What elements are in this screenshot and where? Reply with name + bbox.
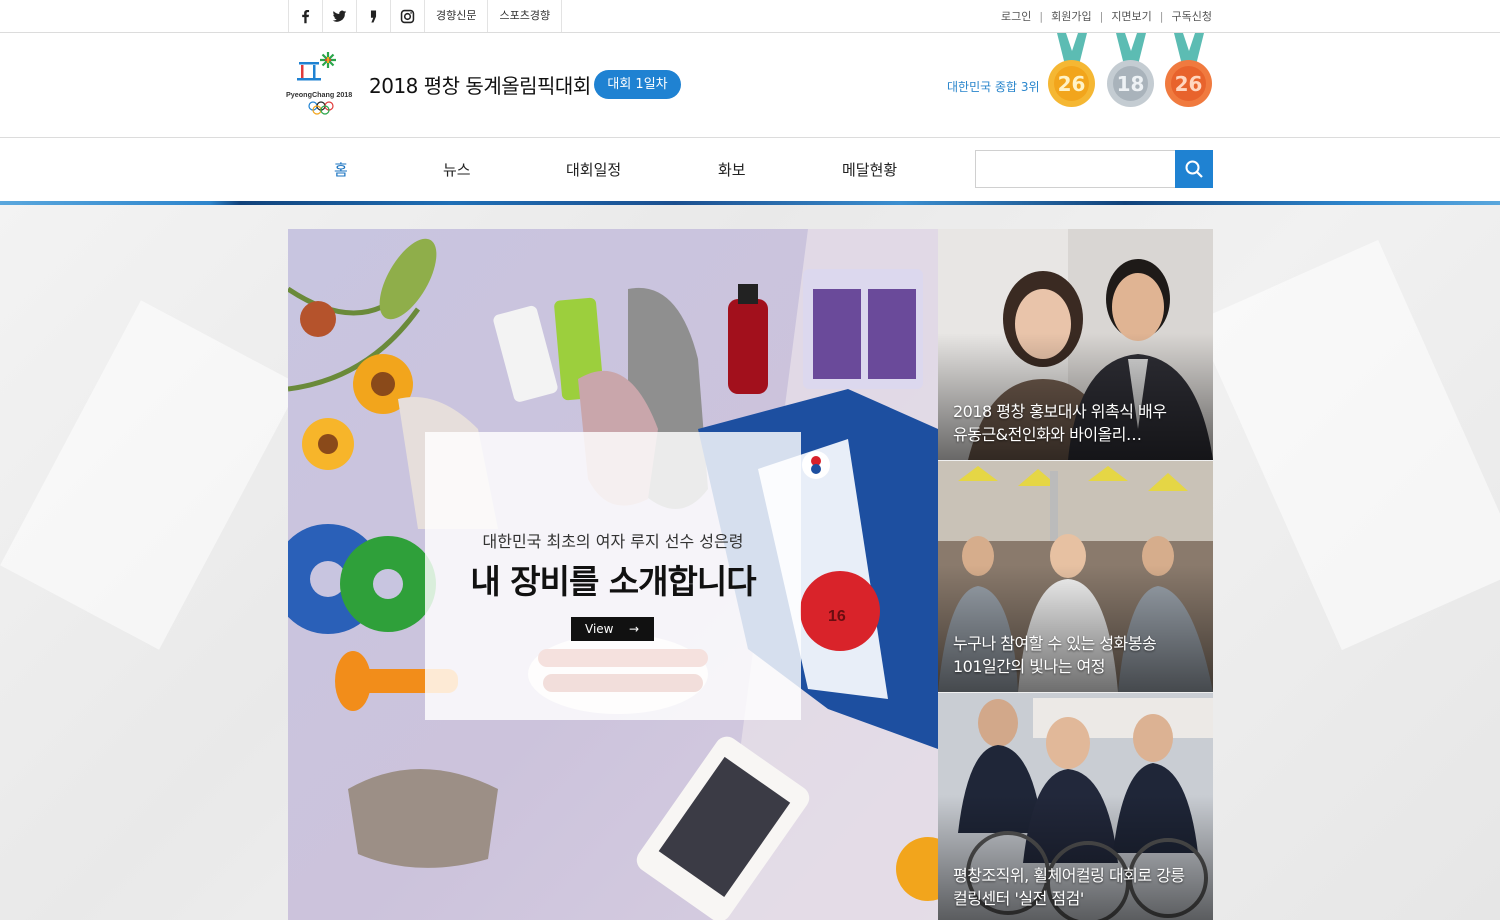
- nav-schedule[interactable]: 대회일정: [566, 159, 621, 180]
- divider: |: [1039, 9, 1044, 23]
- story-caption: 2018 평창 홍보대사 위촉식 배우 유동근&전인화와 바이올리…: [953, 400, 1203, 446]
- divider: |: [1159, 9, 1164, 23]
- logo-wordmark: PyeongChang 2018: [286, 90, 352, 99]
- caption-line: 컬링센터 '실전 점검': [953, 889, 1084, 908]
- caption-line: 101일간의 빛나는 여정: [953, 657, 1105, 676]
- day-badge: 대회 1일차: [594, 70, 681, 99]
- bronze-count: 26: [1171, 66, 1206, 101]
- medal-ribbon: [1057, 33, 1087, 63]
- arrow-right-icon: →: [628, 622, 639, 636]
- hero-feature[interactable]: 16 대한민국 최초의 여자 루지 선수 성은령 내 장비를 소개합니다 Vie…: [288, 229, 938, 920]
- divider: |: [1099, 9, 1104, 23]
- search-box: [975, 150, 1213, 188]
- account-links: 로그인 | 회원가입 | 지면보기 | 구독신청: [1001, 0, 1212, 32]
- search-input[interactable]: [976, 151, 1174, 187]
- story-caption: 누구나 참여할 수 있는 성화봉송 101일간의 빛나는 여정: [953, 632, 1203, 678]
- top-bar: 경향신문 스포츠경향 로그인 | 회원가입 | 지면보기 | 구독신청: [0, 0, 1500, 33]
- silver-medal[interactable]: 18: [1107, 33, 1155, 108]
- hero-title[interactable]: 내 장비를 소개합니다: [425, 555, 801, 603]
- instagram-icon[interactable]: [390, 0, 424, 32]
- view-button[interactable]: View →: [571, 617, 654, 641]
- rank-text[interactable]: 대한민국 종합 3위: [947, 78, 1040, 95]
- gold-count: 26: [1054, 66, 1089, 101]
- publication-link[interactable]: 스포츠경향: [487, 0, 563, 32]
- login-link[interactable]: 로그인: [1001, 8, 1031, 24]
- search-button[interactable]: [1175, 150, 1213, 188]
- nav-gallery[interactable]: 화보: [718, 159, 746, 180]
- gold-medal[interactable]: 26: [1048, 33, 1096, 108]
- medal-icon: 26: [1048, 60, 1095, 107]
- bronze-medal[interactable]: 26: [1165, 33, 1213, 108]
- epaper-link[interactable]: 지면보기: [1111, 8, 1151, 24]
- bib-number: 16: [828, 608, 846, 625]
- hero-subtitle: 대한민국 최초의 여자 루지 선수 성은령: [482, 532, 744, 551]
- pyeongchang-logo[interactable]: PyeongChang 2018: [286, 48, 358, 118]
- medal-icon: 18: [1107, 60, 1154, 107]
- caption-line: 2018 평창 홍보대사 위촉식 배우: [953, 402, 1167, 421]
- medal-ribbon: [1116, 33, 1146, 63]
- caption-line: 누구나 참여할 수 있는 성화봉송: [953, 634, 1157, 653]
- search-icon: [1185, 160, 1203, 178]
- twitter-icon[interactable]: [322, 0, 356, 32]
- site-title[interactable]: 2018 평창 동계올림픽대회: [369, 70, 591, 99]
- hero-caption-panel: 대한민국 최초의 여자 루지 선수 성은령 내 장비를 소개합니다 View →: [425, 432, 801, 720]
- side-story-1[interactable]: 2018 평창 홍보대사 위촉식 배우 유동근&전인화와 바이올리…: [938, 229, 1213, 460]
- main-nav: 홈 뉴스 대회일정 화보 메달현황: [0, 138, 1500, 201]
- silver-count: 18: [1113, 66, 1148, 101]
- caption-line: 평창조직위, 휠체어컬링 대회로 강릉: [953, 866, 1185, 885]
- nav-medals[interactable]: 메달현황: [842, 159, 897, 180]
- bg-decoration: [0, 300, 300, 650]
- social-links: 경향신문 스포츠경향: [288, 0, 563, 32]
- bg-decoration: [1195, 239, 1500, 651]
- signup-link[interactable]: 회원가입: [1051, 8, 1091, 24]
- publication-link[interactable]: 경향신문: [424, 0, 487, 32]
- subscribe-link[interactable]: 구독신청: [1172, 8, 1212, 24]
- side-story-2[interactable]: 누구나 참여할 수 있는 성화봉송 101일간의 빛나는 여정: [938, 461, 1213, 692]
- kakao-story-icon[interactable]: [356, 0, 390, 32]
- caption-line: 유동근&전인화와 바이올리…: [953, 425, 1142, 444]
- story-caption: 평창조직위, 휠체어컬링 대회로 강릉 컬링센터 '실전 점검': [953, 864, 1203, 910]
- side-story-3[interactable]: 평창조직위, 휠체어컬링 대회로 강릉 컬링센터 '실전 점검': [938, 693, 1213, 920]
- medal-icon: 26: [1165, 60, 1212, 107]
- medal-ribbon: [1174, 33, 1204, 63]
- nav-news[interactable]: 뉴스: [443, 159, 471, 180]
- facebook-icon[interactable]: [288, 0, 322, 32]
- header: PyeongChang 2018 2018 평창 동계올림픽대회 대회 1일차 …: [0, 33, 1500, 138]
- nav-home[interactable]: 홈: [334, 159, 348, 180]
- view-button-label: View: [585, 622, 614, 636]
